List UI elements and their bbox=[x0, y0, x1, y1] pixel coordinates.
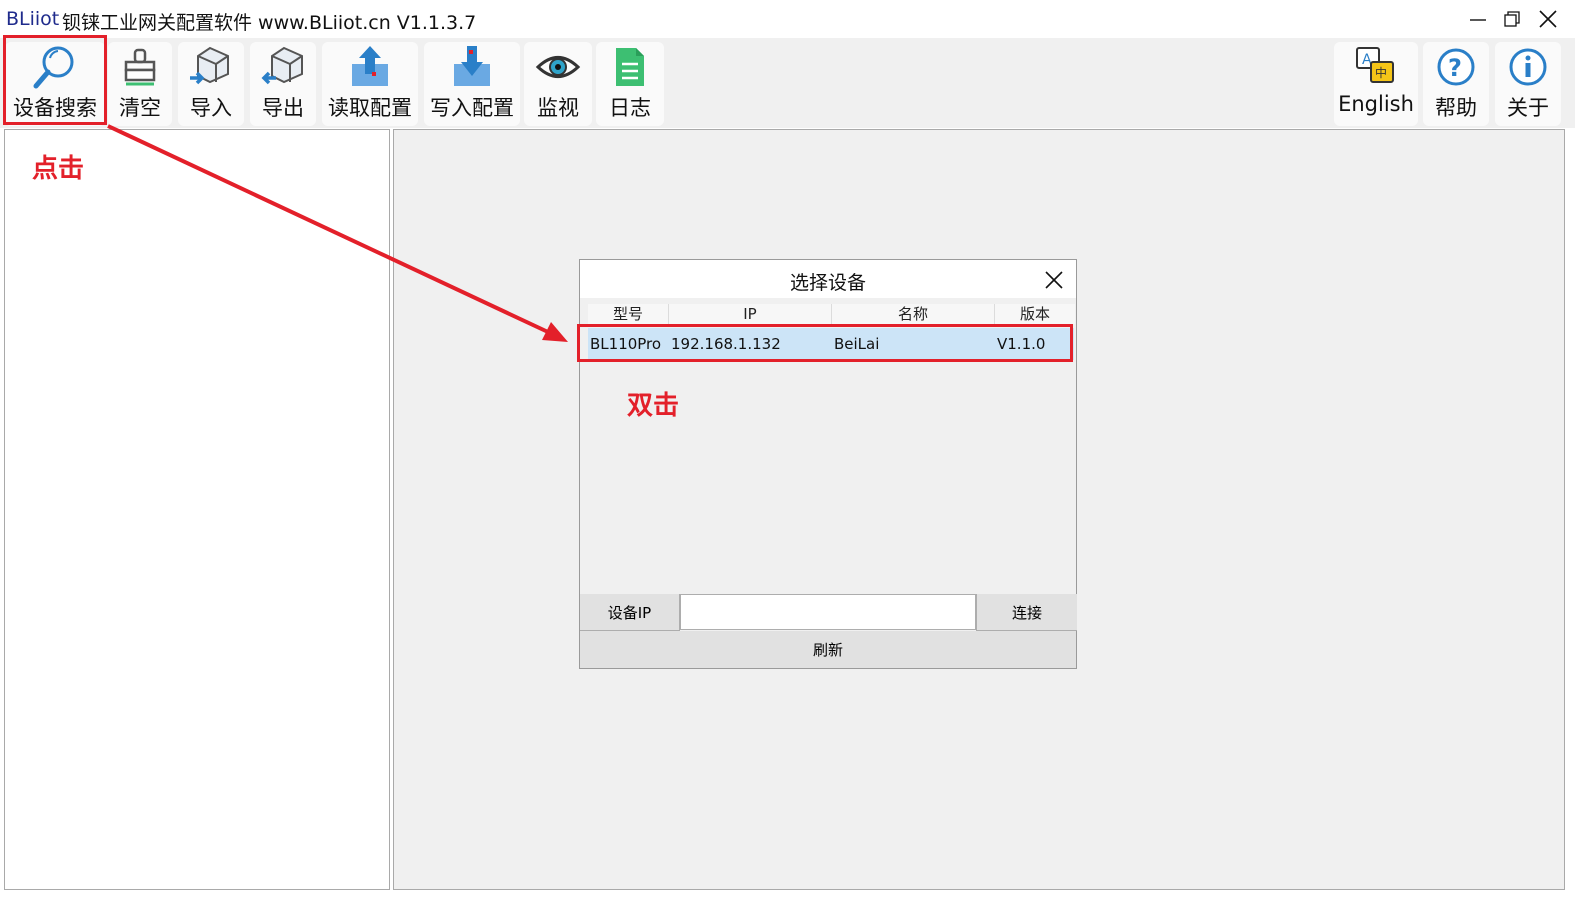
annotation-arrow bbox=[107, 124, 568, 342]
